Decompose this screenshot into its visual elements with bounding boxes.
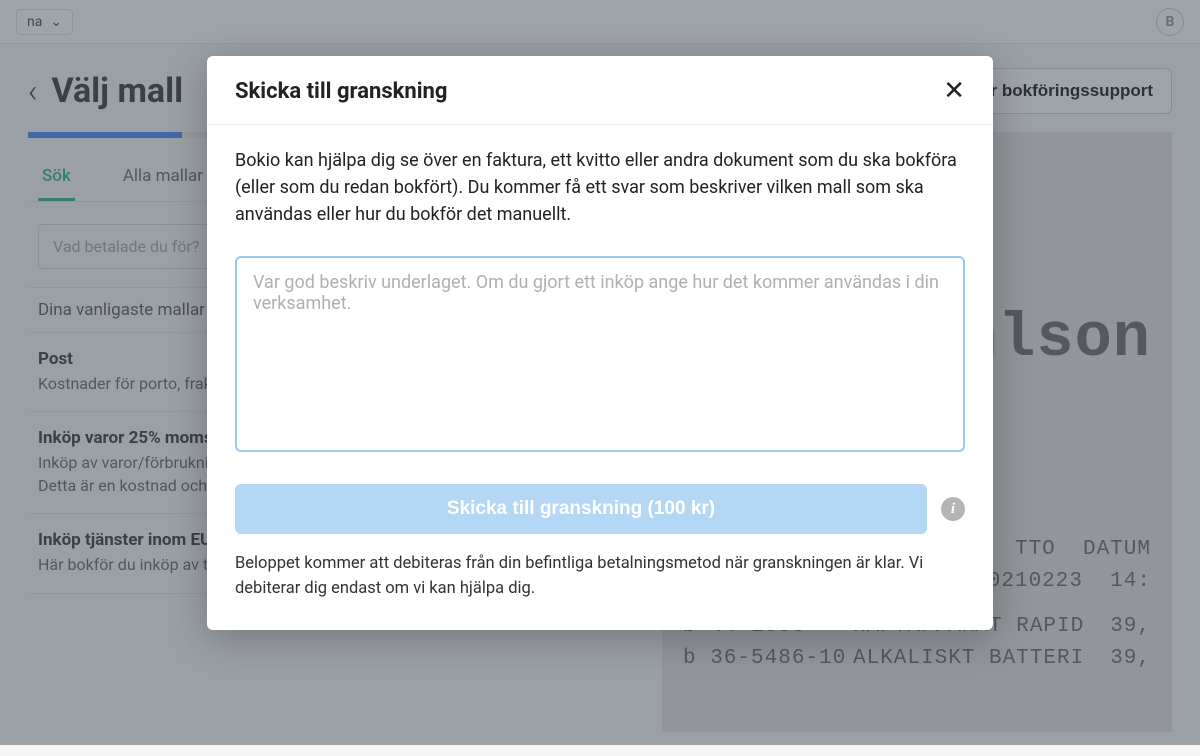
info-icon[interactable]: i <box>941 497 965 521</box>
submit-review-button[interactable]: Skicka till granskning (100 kr) <box>235 484 927 534</box>
modal-description: Bokio kan hjälpa dig se över en faktura,… <box>235 147 965 228</box>
description-textarea[interactable] <box>235 256 965 452</box>
modal-footnote: Beloppet kommer att debiteras från din b… <box>235 552 965 602</box>
modal-title: Skicka till granskning <box>235 79 447 104</box>
modal-overlay[interactable]: Skicka till granskning ✕ Bokio kan hjälp… <box>0 0 1200 745</box>
modal-body: Bokio kan hjälpa dig se över en faktura,… <box>207 125 993 630</box>
review-modal: Skicka till granskning ✕ Bokio kan hjälp… <box>207 56 993 630</box>
close-icon[interactable]: ✕ <box>943 78 965 104</box>
modal-header: Skicka till granskning ✕ <box>207 56 993 125</box>
